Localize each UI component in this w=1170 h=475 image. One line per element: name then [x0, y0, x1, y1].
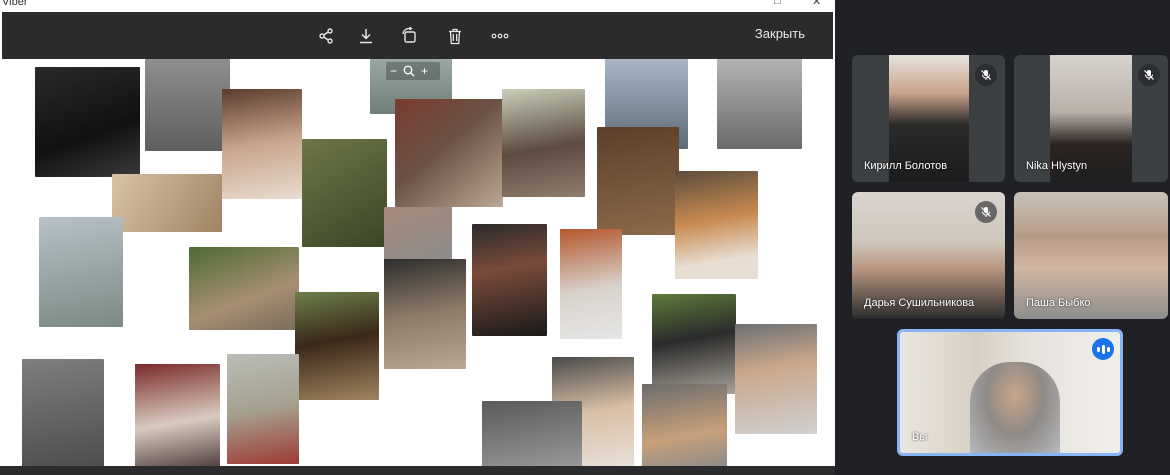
photo-person-cat	[395, 99, 503, 207]
download-icon[interactable]	[355, 25, 377, 47]
viber-window: Viber □ ✕ Закрыть − +	[0, 0, 835, 475]
participant-tile-self[interactable]: Вы	[897, 329, 1123, 456]
photo-black-cat-grass	[302, 139, 387, 247]
screen: Viber □ ✕ Закрыть − + Кирилл Болотов Nik…	[0, 0, 1170, 475]
participant-tile-pasha[interactable]: Паша Быбко	[1014, 192, 1168, 319]
zoom-controls: − +	[386, 62, 440, 80]
collage-image: − +	[2, 59, 833, 469]
participant-name: Nika Hlystyn	[1026, 160, 1088, 172]
photo-tabby-cat	[112, 174, 222, 232]
participant-tile-kirill[interactable]: Кирилл Болотов	[852, 55, 1005, 182]
photo-black-dog	[35, 67, 140, 177]
photo-chinchilla-gray	[482, 401, 582, 469]
photo-ginger-cat-ground	[642, 384, 727, 469]
participant-video	[970, 362, 1060, 453]
participant-name: Паша Быбко	[1026, 297, 1091, 309]
photo-budgie-cage	[227, 354, 299, 464]
photo-puppy-grass	[295, 292, 379, 400]
more-icon[interactable]	[489, 25, 511, 47]
speaking-indicator-icon	[1092, 338, 1114, 360]
mic-muted-icon	[1138, 64, 1160, 86]
zoom-out-button[interactable]: −	[390, 64, 397, 78]
zoom-icon[interactable]	[403, 65, 415, 77]
window-bottom-bar	[0, 466, 835, 475]
photo-girl-white-cat	[560, 229, 622, 339]
photo-cat-floor	[597, 127, 679, 235]
photo-corgi	[675, 171, 758, 279]
participant-tile-nika[interactable]: Nika Hlystyn	[1014, 55, 1168, 182]
participant-name: Дарья Сушильникова	[864, 297, 975, 309]
photo-girl-kitten	[222, 89, 302, 199]
photo-black-cat-rocks	[652, 294, 736, 394]
photo-bird-hand	[717, 59, 802, 149]
photo-pigeons	[145, 59, 230, 151]
photo-girl-dog	[472, 224, 547, 336]
photo-rat-book	[135, 364, 220, 469]
mic-muted-icon	[975, 64, 997, 86]
photo-chinchilla	[384, 207, 452, 262]
window-titlebar: Viber □ ✕	[0, 0, 835, 12]
share-icon[interactable]	[315, 25, 337, 47]
close-window-icon[interactable]: ✕	[812, 0, 821, 8]
photo-boy-selfie	[502, 89, 585, 197]
photo-cats-ground	[384, 259, 466, 369]
participant-tile-darya[interactable]: Дарья Сушильникова	[852, 192, 1005, 319]
window-title: Viber	[2, 0, 28, 8]
participant-name: Вы	[912, 431, 928, 443]
photo-ginger-cat	[189, 247, 299, 330]
trash-icon[interactable]	[444, 25, 466, 47]
close-viewer-button[interactable]: Закрыть	[755, 26, 805, 41]
zoom-in-button[interactable]: +	[421, 64, 428, 78]
rotate-icon[interactable]	[399, 25, 421, 47]
maximize-icon[interactable]: □	[774, 0, 781, 7]
photo-birds-yard	[22, 359, 104, 467]
participant-name: Кирилл Болотов	[864, 160, 948, 172]
photo-woman-cat	[735, 324, 817, 434]
mic-muted-icon	[975, 201, 997, 223]
photo-parrot-cage-left	[39, 217, 123, 327]
viewer-toolbar: Закрыть	[2, 12, 833, 59]
